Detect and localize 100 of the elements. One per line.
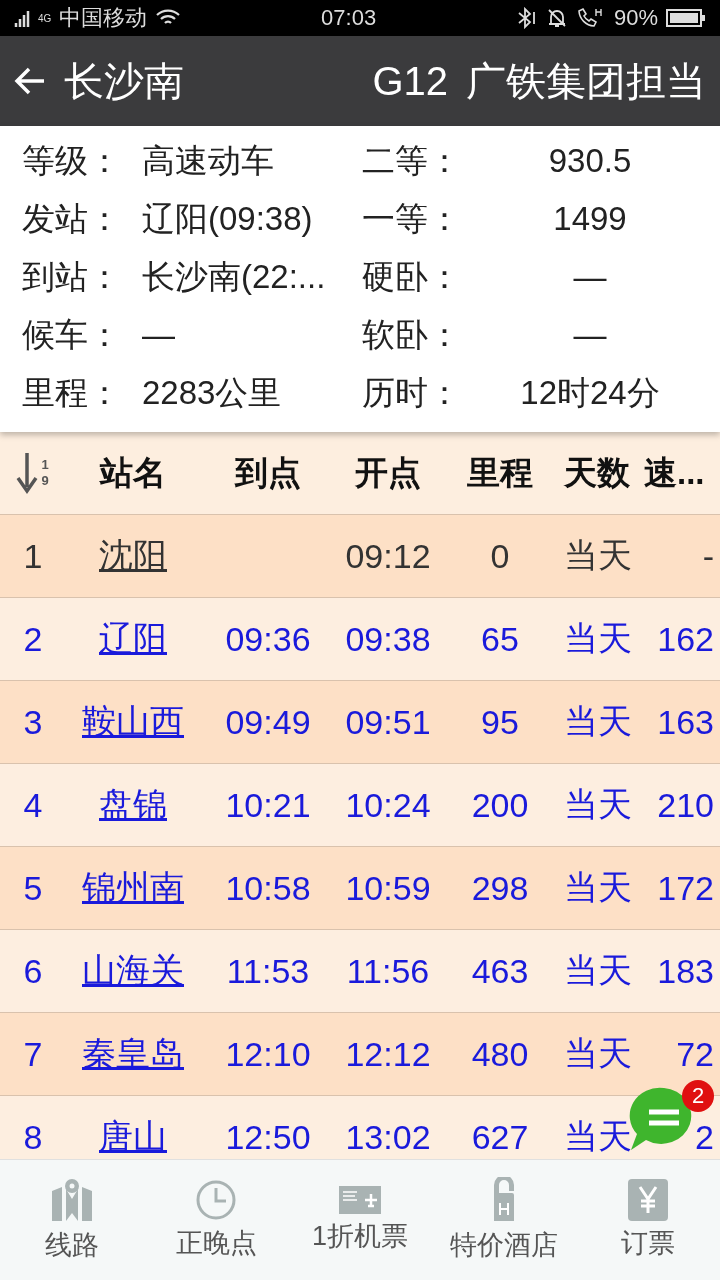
departure-time: 12:12 (344, 1034, 432, 1074)
clock-time: 07:03 (320, 5, 378, 31)
plane-ticket-icon (339, 1186, 381, 1214)
station-link[interactable]: 鞍山西 (66, 699, 200, 745)
nav-tab[interactable]: 订票 (576, 1160, 720, 1280)
distance-cell-text: 95 (480, 702, 520, 742)
info-value: 辽阳(09:38) (142, 199, 314, 239)
departure-time: 13:02 (344, 1117, 432, 1157)
info-value: — (142, 315, 176, 355)
stop-number: 1 (22, 536, 44, 576)
info-label: 一等： (362, 199, 462, 239)
nav-tab[interactable]: 1折机票 (288, 1160, 432, 1280)
info-label: 历时： (362, 373, 462, 413)
station-link[interactable]: 沈阳 (66, 533, 200, 579)
info-value: 1499 (552, 199, 628, 239)
nav-tab[interactable]: 特价酒店 (432, 1160, 576, 1280)
arrival-time: 09:36 (224, 619, 312, 659)
distance-cell-text: 463 (470, 951, 530, 991)
speed-cell-text: 162 (656, 619, 715, 659)
departure-time: 11:56 (345, 951, 431, 991)
clock-icon (195, 1179, 237, 1221)
info-label: 发站： (22, 199, 122, 239)
speed-cell-text: 172 (656, 868, 715, 908)
info-value: 高速动车 (142, 141, 275, 181)
info-value: 930.5 (547, 141, 633, 181)
day-cell-text: 当天 (563, 950, 633, 991)
station-link[interactable]: 秦皇岛 (66, 1031, 200, 1077)
arrival-time: 12:10 (224, 1034, 312, 1074)
departure-time: 09:51 (344, 702, 432, 742)
speed-cell-text: 72 (675, 1034, 715, 1074)
nav-tab[interactable]: 线路 (0, 1160, 144, 1280)
battery-percent: 90% (613, 5, 658, 31)
info-label: 到站： (22, 257, 122, 297)
info-value: — (572, 315, 608, 355)
station-link[interactable]: 山海关 (66, 948, 200, 994)
day-cell-text: 当天 (563, 1033, 633, 1074)
speed-cell-text: 163 (656, 702, 715, 742)
yen-ticket-icon (628, 1179, 668, 1221)
carrier-name: 中国移动 (59, 4, 148, 32)
speed-cell-text: 210 (656, 785, 715, 825)
column-header[interactable]: 站名 (66, 450, 200, 496)
info-label: 候车： (22, 315, 122, 355)
day-cell-text: 当天 (563, 867, 633, 908)
info-label: 里程： (22, 373, 122, 413)
column-header[interactable]: 开点 (336, 450, 440, 496)
stop-number: 7 (22, 1034, 44, 1074)
back-icon[interactable] (14, 66, 46, 96)
station-link[interactable]: 锦州南 (66, 865, 200, 911)
map-pin-icon (50, 1177, 94, 1223)
day-cell-text: 当天 (563, 701, 633, 742)
station-link[interactable]: 唐山 (66, 1114, 200, 1159)
stop-number: 3 (22, 702, 44, 742)
day-cell-text: 当天 (563, 618, 633, 659)
distance-cell-text: 200 (470, 785, 530, 825)
info-label: 等级： (22, 141, 122, 181)
departure-time: 09:12 (344, 536, 432, 576)
column-header[interactable]: 速... (640, 450, 720, 496)
nav-tab[interactable]: 正晚点 (144, 1160, 288, 1280)
departure-time: 10:59 (344, 868, 432, 908)
door-hanger-icon (492, 1177, 516, 1223)
train-number: G12 (372, 58, 448, 104)
day-cell-text: 当天 (563, 784, 633, 825)
speed-cell-text: 2 (694, 1117, 715, 1157)
info-value: 2283公里 (142, 373, 283, 413)
distance-cell-text: 627 (470, 1117, 530, 1157)
info-value: 12时24分 (519, 373, 661, 413)
bell-muted-icon (545, 7, 568, 29)
day-cell-text: 当天 (563, 535, 633, 576)
departure-time: 09:38 (344, 619, 432, 659)
speed-cell-text: - (701, 536, 715, 576)
stop-number: 5 (22, 868, 44, 908)
stop-number: 4 (22, 785, 44, 825)
stop-number: 2 (22, 619, 44, 659)
operator-title: 广铁集团担当 (466, 57, 706, 105)
info-value: 长沙南(22:... (142, 257, 327, 297)
station-link[interactable]: 盘锦 (66, 782, 200, 828)
arrival-time: 09:49 (224, 702, 312, 742)
network-type: 4G (38, 12, 52, 24)
column-header[interactable]: 天数 (560, 450, 640, 496)
battery-icon (666, 8, 706, 28)
arrival-time: 10:58 (224, 868, 312, 908)
distance-cell-text: 0 (489, 536, 511, 576)
distance-cell-text: 298 (470, 868, 530, 908)
distance-cell-text: 480 (470, 1034, 530, 1074)
stop-number: 8 (22, 1117, 44, 1157)
departure-time: 10:24 (344, 785, 432, 825)
info-label: 硬卧： (362, 257, 462, 297)
arrival-time: 10:21 (224, 785, 312, 825)
arrival-time: 12:50 (224, 1117, 312, 1157)
distance-cell-text: 65 (480, 619, 520, 659)
info-value: — (572, 257, 608, 297)
speed-cell-text: 183 (656, 951, 715, 991)
station-link[interactable]: 辽阳 (66, 616, 200, 662)
column-header[interactable]: 里程 (440, 450, 560, 496)
arrival-time: 11:53 (225, 951, 311, 991)
station-title: 长沙南 (64, 57, 184, 105)
info-label: 软卧： (362, 315, 462, 355)
info-label: 二等： (362, 141, 462, 181)
column-header[interactable]: 到点 (200, 450, 336, 496)
stop-number: 6 (22, 951, 44, 991)
